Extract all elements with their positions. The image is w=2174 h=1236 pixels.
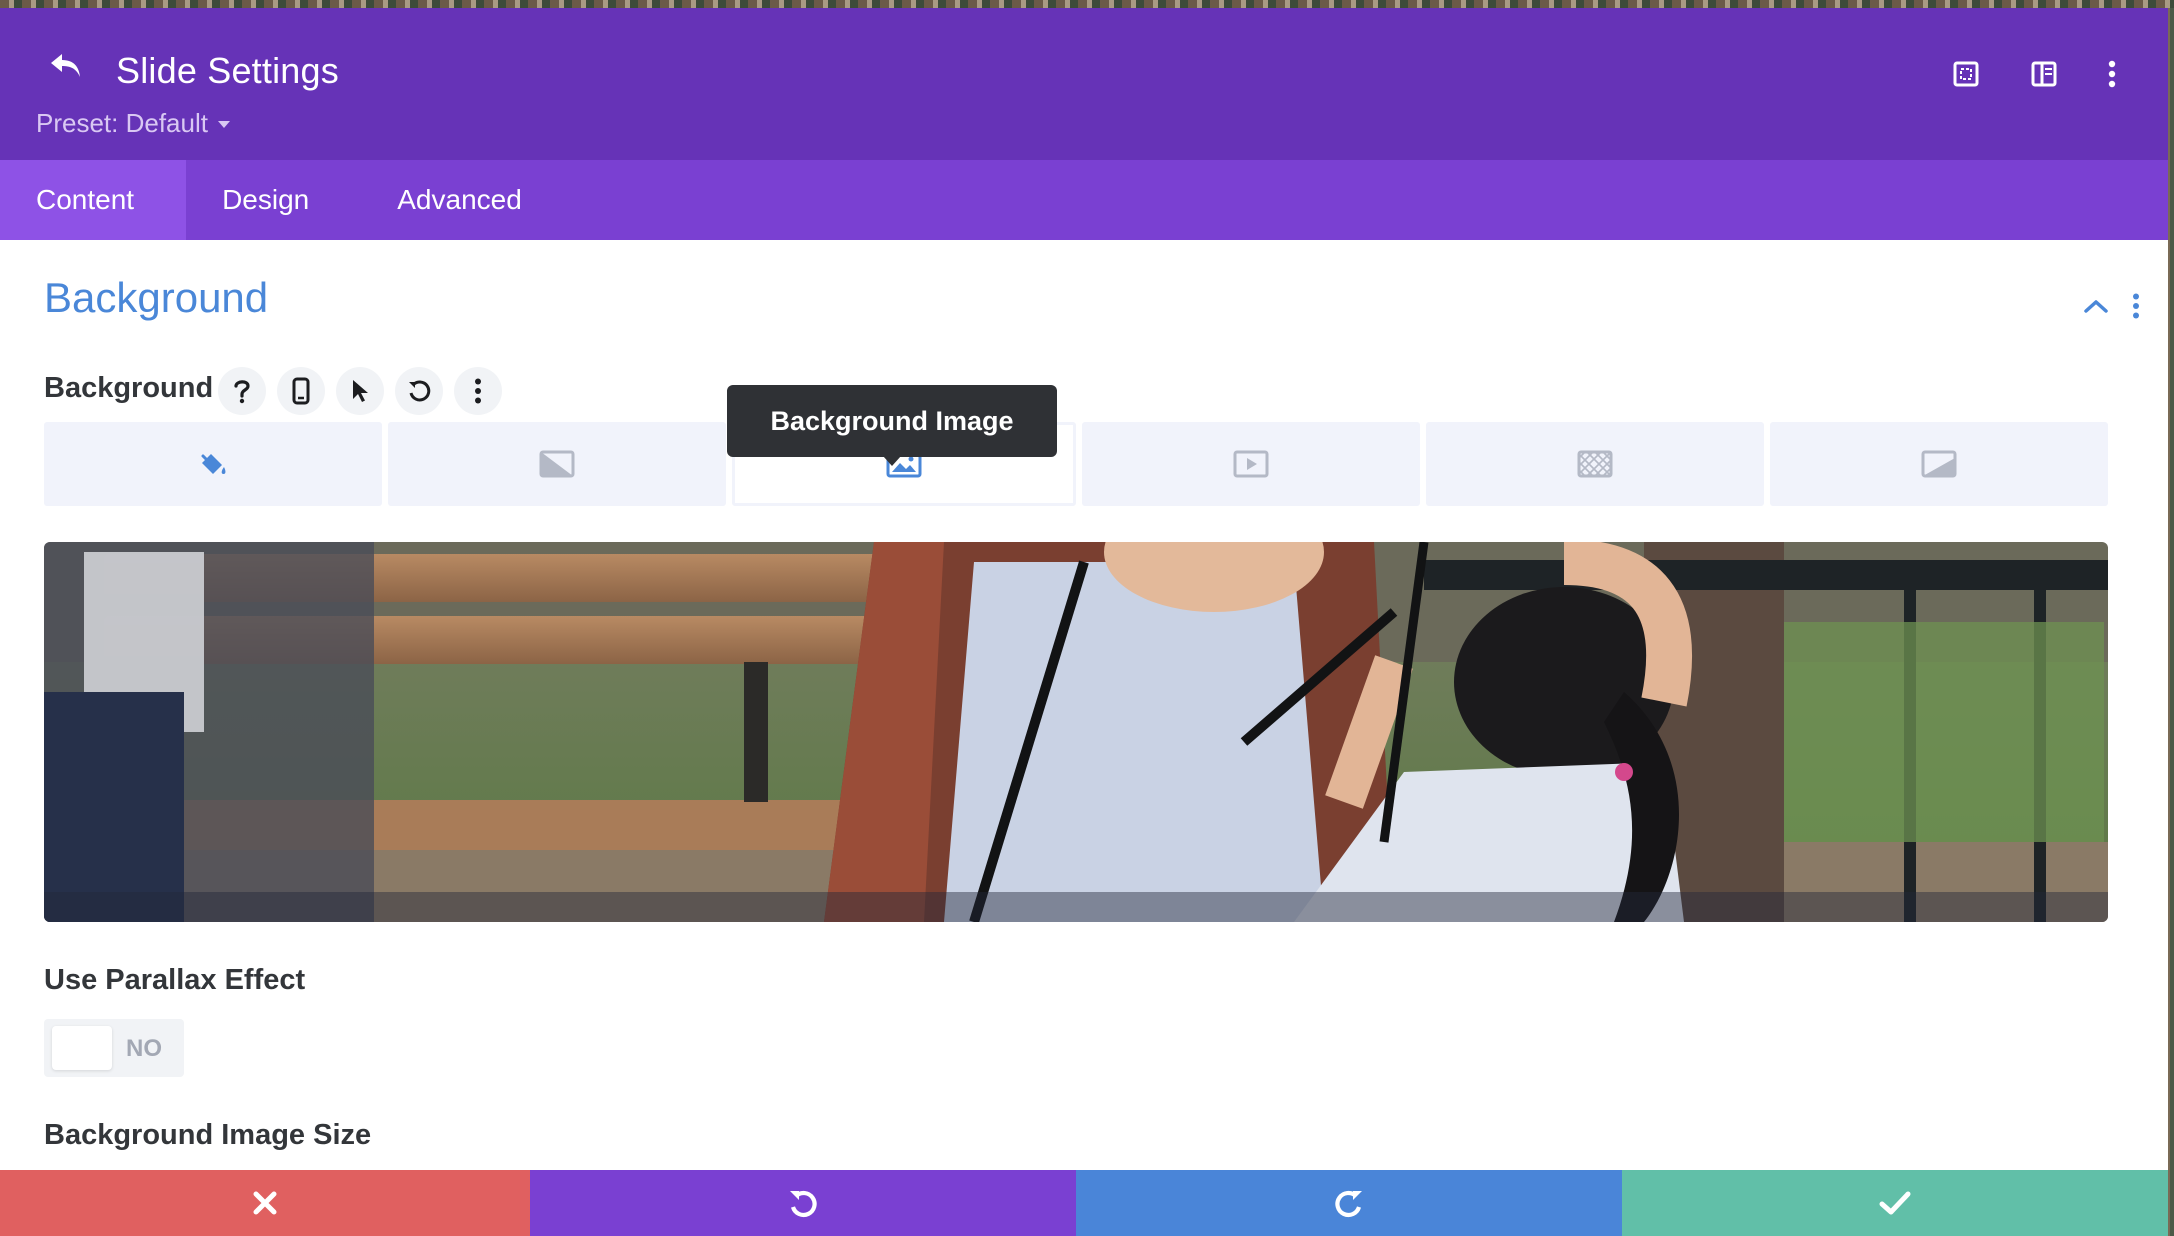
background-image-thumbnail [44,542,2108,922]
background-pattern-tab[interactable] [1426,422,1764,506]
background-gradient-tab[interactable] [388,422,726,506]
more-vertical-icon [2133,293,2139,319]
undo-icon [790,1190,817,1218]
snap-sidebar-button[interactable] [2024,54,2064,94]
collapse-section-button[interactable] [2076,290,2116,322]
help-icon [234,380,250,404]
background-image-tooltip: Background Image [727,385,1057,466]
background-type-tabs [44,422,2108,506]
cancel-button[interactable] [0,1170,530,1236]
section-title[interactable]: Background [44,274,268,322]
save-button[interactable] [1622,1170,2168,1236]
settings-modal: Slide Settings Preset: Default Content D… [0,8,2168,1236]
background-video-tab[interactable] [1082,422,1420,506]
field-tools [218,367,502,415]
back-arrow-icon [51,54,80,77]
gradient-icon [539,450,575,478]
modal-title: Slide Settings [116,50,339,91]
redo-button[interactable] [1076,1170,1622,1236]
toggle-state-label: NO [126,1035,162,1062]
more-vertical-icon [2108,60,2116,88]
more-vertical-icon [475,378,481,404]
image-size-label: Background Image Size [44,1119,372,1151]
help-button[interactable] [218,367,266,415]
field-more-button[interactable] [454,367,502,415]
hover-state-button[interactable] [336,367,384,415]
phone-icon [292,377,310,405]
toggle-knob [52,1026,112,1070]
background-image-preview[interactable] [44,542,2108,922]
expand-modal-button[interactable] [1946,54,1986,94]
tab-content[interactable]: Content [0,160,187,240]
responsive-button[interactable] [277,367,325,415]
paint-bucket-icon [201,454,226,474]
back-button[interactable] [44,48,88,84]
redo-icon [1335,1190,1362,1218]
background-mask-tab[interactable] [1770,422,2108,506]
tab-design[interactable]: Design [186,160,361,240]
page-backdrop-strip [0,0,2174,8]
pattern-icon [1577,450,1613,478]
checkmark-icon [1879,1191,1911,1215]
cursor-icon [353,380,368,402]
chevron-up-icon [2084,300,2108,313]
header-more-button[interactable] [2092,54,2132,94]
background-color-tab[interactable] [44,422,382,506]
close-icon [253,1191,277,1215]
video-icon [1233,450,1269,478]
preset-dropdown[interactable]: Preset: Default [36,108,230,139]
preset-label: Preset: Default [36,108,208,138]
undo-button[interactable] [530,1170,1076,1236]
tab-advanced[interactable]: Advanced [361,160,574,240]
parallax-label: Use Parallax Effect [44,964,306,996]
chevron-down-icon [217,121,230,128]
reset-button[interactable] [395,367,443,415]
modal-header: Slide Settings Preset: Default [0,8,2168,160]
settings-tabs: Content Design Advanced [0,160,2168,240]
mask-icon [1921,450,1957,478]
parallax-toggle[interactable]: NO [44,1019,184,1077]
modal-footer [0,1170,2168,1236]
expand-icon [1953,61,1979,87]
sidebar-layout-icon [2031,61,2057,87]
background-field-label: Background [44,372,214,404]
section-more-button[interactable] [2122,288,2150,324]
reset-icon [409,380,431,402]
